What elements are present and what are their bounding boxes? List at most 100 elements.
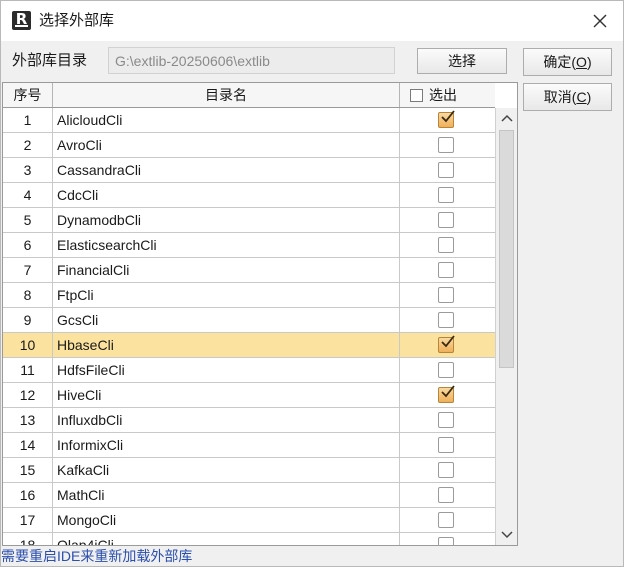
row-select-cell [400, 408, 495, 432]
row-seq: 4 [3, 183, 53, 207]
header-select[interactable]: 选出 [400, 83, 495, 107]
table-row[interactable]: 8 FtpCli [3, 283, 495, 308]
row-dir-name: FinancialCli [53, 258, 400, 282]
row-select-checkbox[interactable] [438, 162, 454, 178]
row-select-checkbox[interactable] [438, 462, 454, 478]
row-select-checkbox[interactable] [438, 487, 454, 503]
select-all-checkbox[interactable] [410, 88, 423, 102]
close-button[interactable] [585, 7, 615, 35]
row-select-checkbox[interactable] [438, 385, 455, 403]
table-row[interactable]: 12 HiveCli [3, 383, 495, 408]
library-table: 序号 目录名 选出 1 AlicloudCli 2 AvroCli 3 Cassandra… [2, 82, 518, 546]
row-select-cell [400, 383, 495, 407]
row-seq: 10 [3, 333, 53, 357]
app-logo-icon: R [12, 11, 31, 30]
row-select-checkbox[interactable] [438, 187, 454, 203]
row-select-checkbox[interactable] [438, 312, 454, 328]
row-dir-name: CdcCli [53, 183, 400, 207]
cancel-button[interactable]: 取消(C) [523, 83, 612, 111]
row-dir-name: HiveCli [53, 383, 400, 407]
row-dir-name: CassandraCli [53, 158, 400, 182]
row-seq: 14 [3, 433, 53, 457]
row-seq: 13 [3, 408, 53, 432]
header-seq[interactable]: 序号 [3, 83, 53, 107]
table-row[interactable]: 5 DynamodbCli [3, 208, 495, 233]
table-row[interactable]: 4 CdcCli [3, 183, 495, 208]
row-seq: 8 [3, 283, 53, 307]
row-select-cell [400, 333, 495, 357]
row-dir-name: GcsCli [53, 308, 400, 332]
row-select-cell [400, 233, 495, 257]
table-row[interactable]: 10 HbaseCli [3, 333, 495, 358]
row-select-cell [400, 308, 495, 332]
scrollbar-thumb[interactable] [499, 130, 514, 368]
row-select-checkbox[interactable] [438, 237, 454, 253]
checkmark-icon [441, 110, 455, 123]
header-select-label: 选出 [429, 87, 457, 103]
row-seq: 9 [3, 308, 53, 332]
table-row[interactable]: 3 CassandraCli [3, 158, 495, 183]
row-dir-name: InfluxdbCli [53, 408, 400, 432]
row-select-cell [400, 458, 495, 482]
window-title: 选择外部库 [39, 12, 115, 29]
row-dir-name: HbaseCli [53, 333, 400, 357]
row-select-checkbox[interactable] [438, 110, 455, 128]
dir-path-field[interactable] [108, 47, 395, 74]
table-row[interactable]: 9 GcsCli [3, 308, 495, 333]
scroll-up-button[interactable] [496, 108, 517, 128]
row-select-cell [400, 258, 495, 282]
table-row[interactable]: 15 KafkaCli [3, 458, 495, 483]
close-icon [593, 14, 607, 28]
table-row[interactable]: 11 HdfsFileCli [3, 358, 495, 383]
table-body: 1 AlicloudCli 2 AvroCli 3 CassandraCli 4 CdcCli… [3, 108, 495, 545]
row-select-checkbox[interactable] [438, 137, 454, 153]
table-row[interactable]: 16 MathCli [3, 483, 495, 508]
row-select-cell [400, 158, 495, 182]
row-dir-name: MathCli [53, 483, 400, 507]
ok-button[interactable]: 确定(O) [523, 48, 612, 76]
row-select-checkbox[interactable] [438, 412, 454, 428]
row-select-checkbox[interactable] [438, 512, 454, 528]
table-row[interactable]: 1 AlicloudCli [3, 108, 495, 133]
row-dir-name: Olap4jCli [53, 533, 400, 545]
row-seq: 17 [3, 508, 53, 532]
row-select-checkbox[interactable] [438, 287, 454, 303]
row-seq: 6 [3, 233, 53, 257]
row-dir-name: FtpCli [53, 283, 400, 307]
table-row[interactable]: 2 AvroCli [3, 133, 495, 158]
row-select-cell [400, 358, 495, 382]
table-row[interactable]: 18 Olap4jCli [3, 533, 495, 545]
table-row[interactable]: 17 MongoCli [3, 508, 495, 533]
row-dir-name: AvroCli [53, 133, 400, 157]
row-select-cell [400, 483, 495, 507]
title-bar: R 选择外部库 [1, 1, 623, 41]
dir-label: 外部库目录 [12, 52, 88, 69]
row-select-checkbox[interactable] [438, 335, 455, 353]
row-seq: 11 [3, 358, 53, 382]
table-row[interactable]: 14 InformixCli [3, 433, 495, 458]
row-seq: 12 [3, 383, 53, 407]
scroll-down-button[interactable] [496, 525, 517, 545]
row-select-checkbox[interactable] [438, 212, 454, 228]
row-dir-name: MongoCli [53, 508, 400, 532]
row-select-checkbox[interactable] [438, 437, 454, 453]
checkmark-icon [441, 385, 455, 398]
row-select-checkbox[interactable] [438, 362, 454, 378]
row-dir-name: InformixCli [53, 433, 400, 457]
table-row[interactable]: 7 FinancialCli [3, 258, 495, 283]
row-seq: 18 [3, 533, 53, 545]
row-seq: 5 [3, 208, 53, 232]
choose-dir-button[interactable]: 选择 [417, 48, 507, 74]
row-select-cell [400, 283, 495, 307]
vertical-scrollbar[interactable] [495, 108, 517, 545]
row-seq: 7 [3, 258, 53, 282]
row-select-checkbox[interactable] [438, 537, 454, 545]
row-select-checkbox[interactable] [438, 262, 454, 278]
row-dir-name: DynamodbCli [53, 208, 400, 232]
row-select-cell [400, 183, 495, 207]
header-name[interactable]: 目录名 [53, 83, 400, 107]
table-header: 序号 目录名 选出 [3, 83, 495, 108]
row-select-cell [400, 208, 495, 232]
table-row[interactable]: 6 ElasticsearchCli [3, 233, 495, 258]
table-row[interactable]: 13 InfluxdbCli [3, 408, 495, 433]
